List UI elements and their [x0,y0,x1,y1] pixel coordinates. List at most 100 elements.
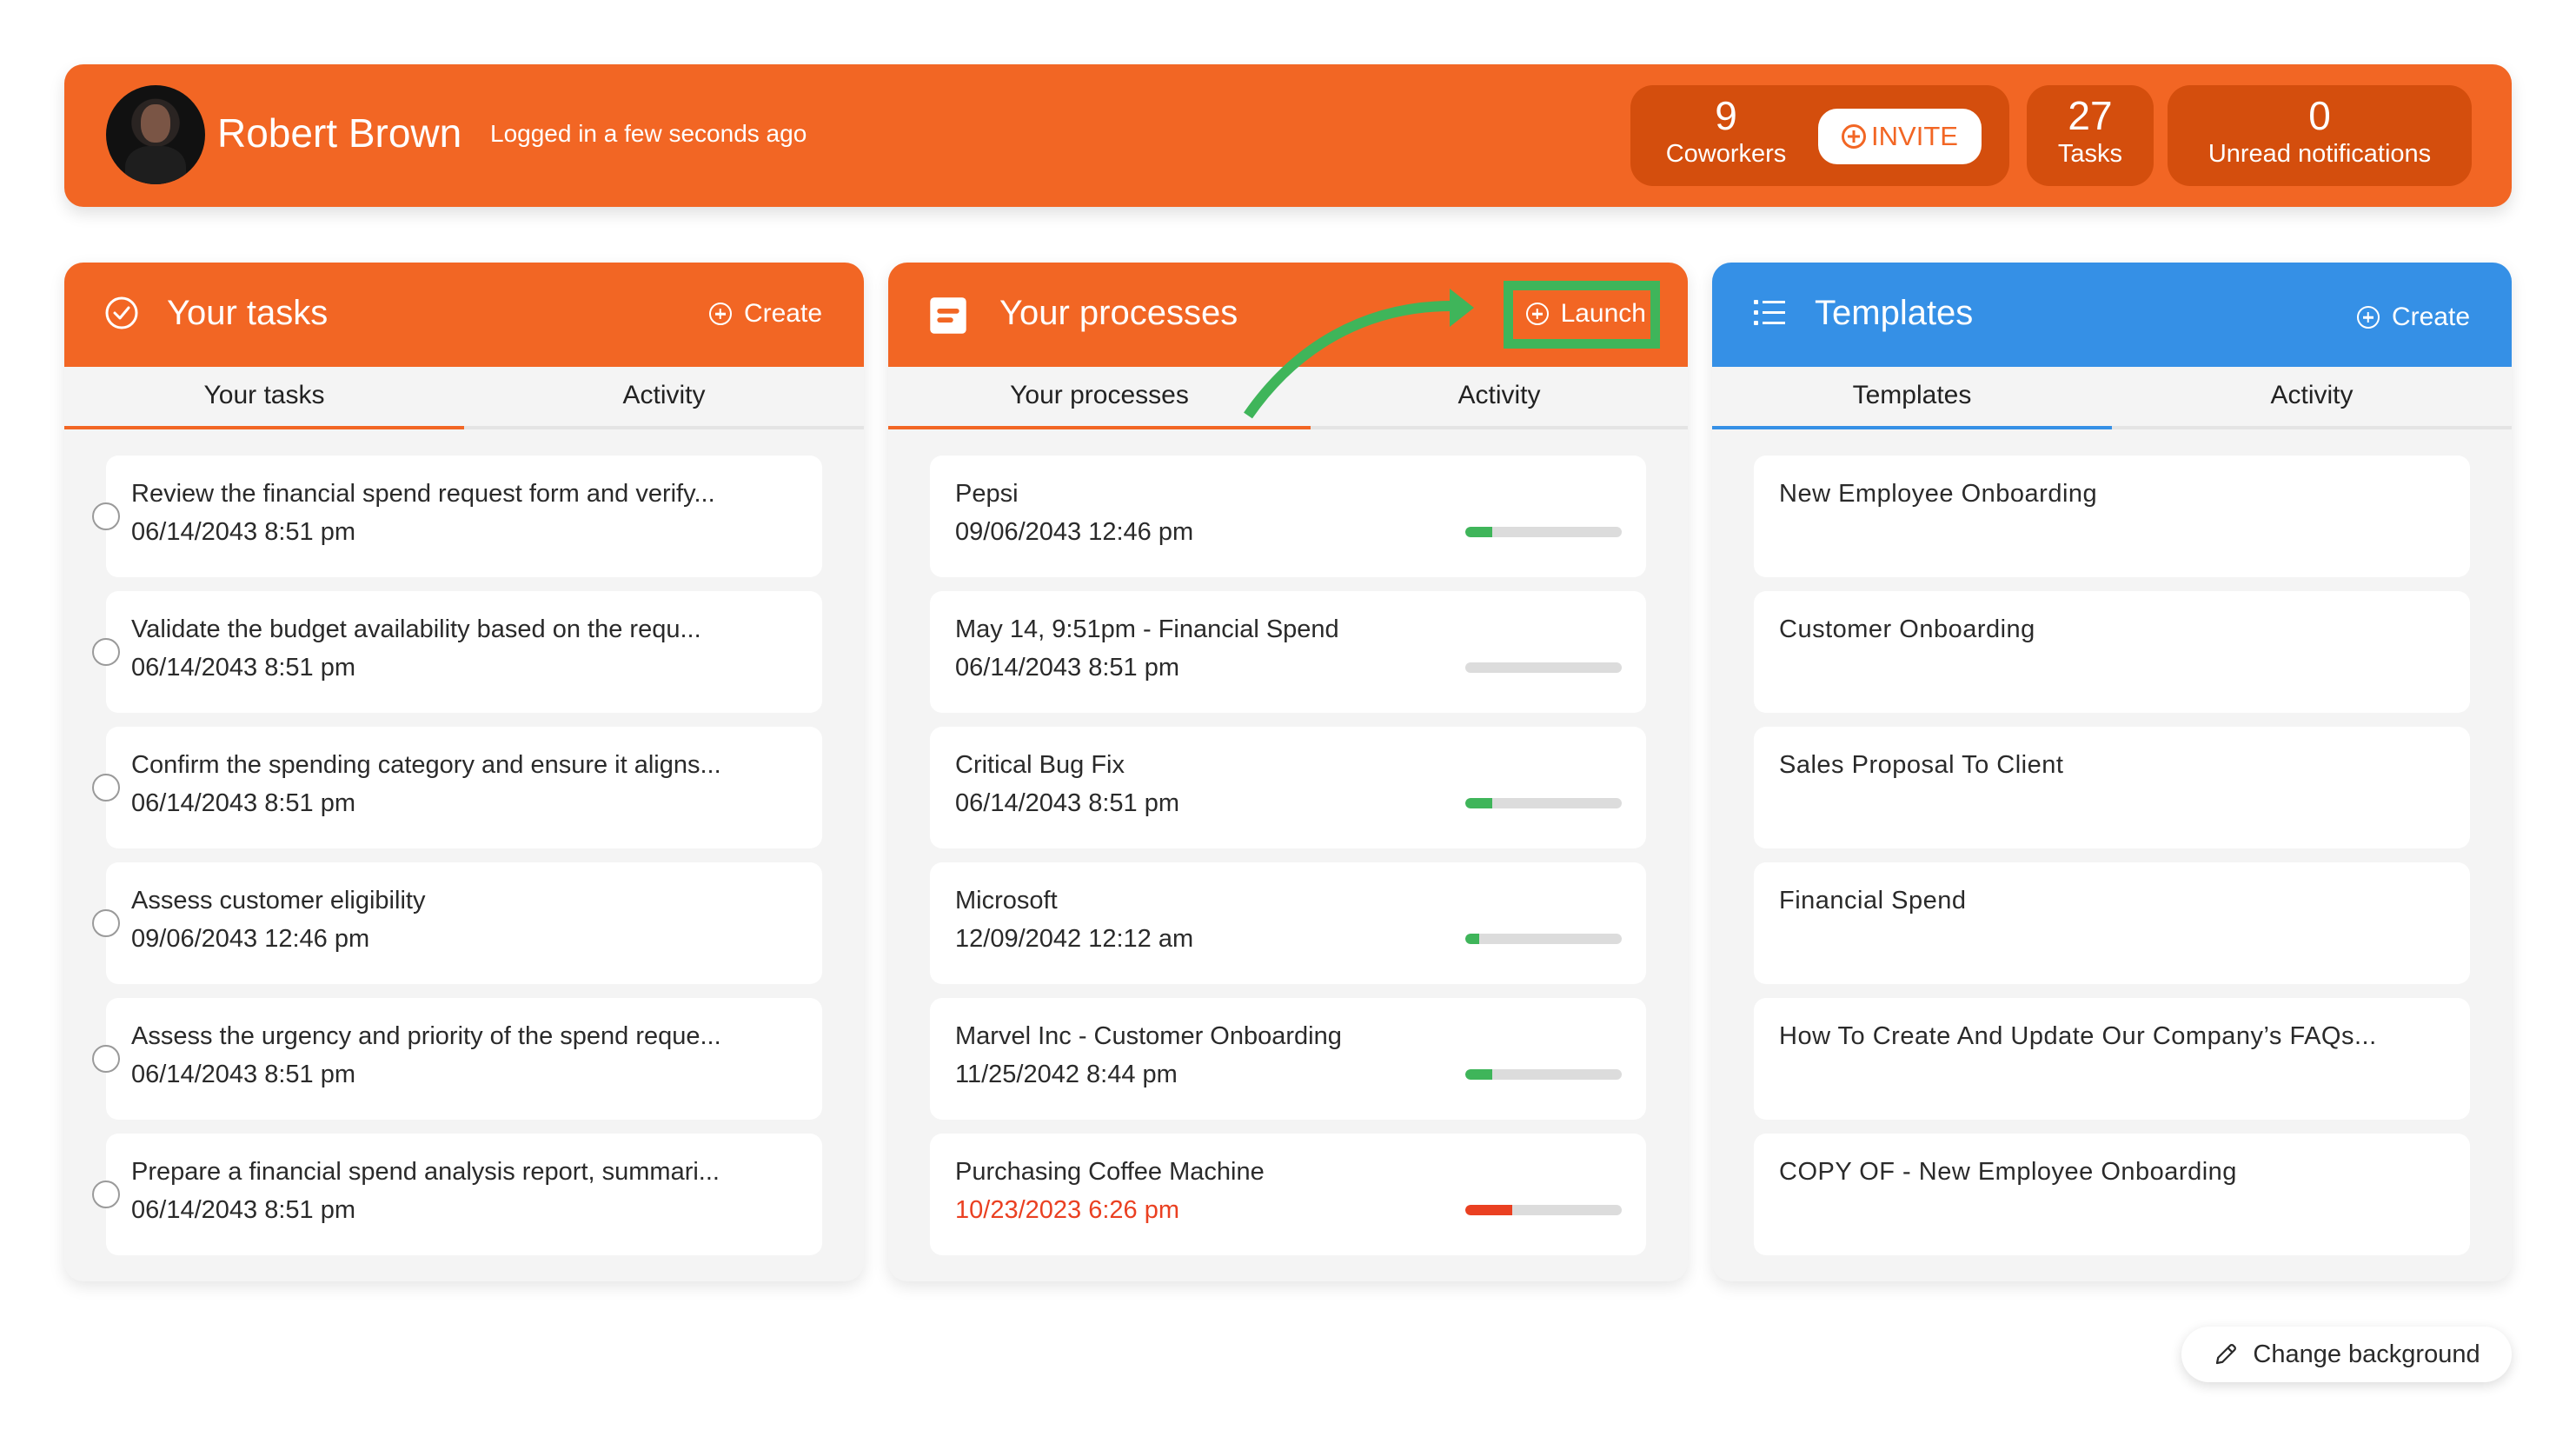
create-template-button[interactable]: Create [2356,303,2470,332]
avatar[interactable] [106,85,205,184]
task-title: Assess the urgency and priority of the s… [131,1022,721,1050]
task-date: 06/14/2043 8:51 pm [131,1196,355,1224]
template-title: COPY OF - New Employee Onboarding [1779,1158,2237,1186]
process-progress-bar [1465,1205,1622,1215]
process-progress-bar [1465,662,1622,673]
task-item[interactable]: Validate the budget availability based o… [92,591,822,713]
invite-button[interactable]: INVITE [1818,109,1982,164]
task-complete-checkbox[interactable] [92,1181,120,1208]
task-title: Review the financial spend request form … [131,480,715,508]
task-item[interactable]: Confirm the spending category and ensure… [92,727,822,848]
task-complete-checkbox[interactable] [92,1045,120,1073]
pencil-icon [2216,1344,2237,1365]
templates-panel-header: Templates Create [1712,263,2512,367]
process-progress-fill [1465,527,1492,537]
change-background-button[interactable]: Change background [2181,1327,2512,1382]
template-item[interactable]: New Employee Onboarding [1754,456,2470,577]
tasks-panel: Your tasks Create Your tasks Activity Re… [64,263,864,1281]
process-item[interactable]: Critical Bug Fix 06/14/2043 8:51 pm [930,727,1646,848]
task-date: 06/14/2043 8:51 pm [131,1061,355,1088]
templates-tabs: Templates Activity [1712,367,2512,429]
panel-title: Templates [1815,294,1974,332]
task-title: Assess customer eligibility [131,887,426,915]
panel-title: Your tasks [167,294,329,332]
task-date: 06/14/2043 8:51 pm [131,654,355,682]
template-item[interactable]: Customer Onboarding [1754,591,2470,713]
template-item[interactable]: How To Create And Update Our Company’s F… [1754,998,2470,1120]
task-complete-checkbox[interactable] [92,502,120,530]
invite-label: INVITE [1871,121,1958,151]
coworkers-label: Coworkers [1665,140,1787,168]
tab-activity[interactable]: Activity [464,367,864,426]
launch-highlight-annotation [1504,281,1660,349]
task-title: Confirm the spending category and ensure… [131,751,721,779]
create-task-button[interactable]: Create [708,299,822,329]
notifications-stat[interactable]: 0 Unread notifications [2168,85,2472,186]
task-title: Prepare a financial spend analysis repor… [131,1158,720,1186]
tasks-tabs: Your tasks Activity [64,367,864,429]
process-icon [930,297,966,334]
process-progress-bar [1465,798,1622,808]
process-item[interactable]: Marvel Inc - Customer Onboarding 11/25/20… [930,998,1646,1120]
task-list: Review the financial spend request form … [64,456,864,1281]
process-progress-bar [1465,934,1622,944]
template-item[interactable]: Financial Spend [1754,862,2470,984]
process-date: 11/25/2042 8:44 pm [955,1061,1178,1088]
change-background-label: Change background [2253,1340,2480,1368]
tab-templates[interactable]: Templates [1712,367,2112,429]
process-progress-fill [1465,1069,1492,1080]
process-progress-bar [1465,527,1622,537]
template-title: Sales Proposal To Client [1779,751,2064,779]
process-date: 06/14/2043 8:51 pm [955,789,1179,817]
process-progress-fill [1465,798,1492,808]
plus-circle-icon [708,303,732,325]
process-progress-fill [1465,934,1480,944]
annotation-arrow-icon [1244,289,1474,419]
template-title: How To Create And Update Our Company’s F… [1779,1022,2377,1050]
coworkers-stat[interactable]: 9 Coworkers INVITE [1630,85,2009,186]
process-list: Pepsi 09/06/2043 12:46 pm May 14, 9:51pm -… [888,456,1688,1281]
tab-activity[interactable]: Activity [2112,367,2512,426]
plus-circle-icon [1842,124,1867,149]
task-complete-checkbox[interactable] [92,638,120,666]
process-title: Purchasing Coffee Machine [955,1158,1265,1186]
process-title: Pepsi [955,480,1019,508]
task-item[interactable]: Assess the urgency and priority of the s… [92,998,822,1120]
process-date: 09/06/2043 12:46 pm [955,518,1194,546]
plus-circle-icon [2356,306,2380,329]
task-complete-checkbox[interactable] [92,909,120,937]
process-item[interactable]: Pepsi 09/06/2043 12:46 pm [930,456,1646,577]
process-item[interactable]: May 14, 9:51pm - Financial Spend 06/14/20… [930,591,1646,713]
task-date: 09/06/2043 12:46 pm [131,925,370,953]
tasks-panel-header: Your tasks Create [64,263,864,367]
task-title: Validate the budget availability based o… [131,615,701,643]
task-item[interactable]: Assess customer eligibility 09/06/2043 1… [92,862,822,984]
panel-title: Your processes [999,294,1238,332]
templates-panel: Templates Create Templates Activity New … [1712,263,2512,1281]
create-label: Create [743,299,822,328]
notifications-label: Unread notifications [2208,140,2432,168]
process-date: 12/09/2042 12:12 am [955,925,1194,953]
task-item[interactable]: Review the financial spend request form … [92,456,822,577]
task-complete-checkbox[interactable] [92,774,120,801]
profile-header: Robert Brown Logged in a few seconds ago… [64,64,2512,207]
tasks-label: Tasks [2057,140,2123,168]
tasks-stat[interactable]: 27 Tasks [2027,85,2154,186]
template-item[interactable]: COPY OF - New Employee Onboarding [1754,1134,2470,1255]
check-circle-icon [105,296,138,329]
notifications-count: 0 [2308,93,2331,138]
template-title: Financial Spend [1779,887,1967,915]
process-item[interactable]: Purchasing Coffee Machine 10/23/2023 6:26… [930,1134,1646,1255]
tab-your-tasks[interactable]: Your tasks [64,367,464,429]
task-item[interactable]: Prepare a financial spend analysis repor… [92,1134,822,1255]
process-item[interactable]: Microsoft 12/09/2042 12:12 am [930,862,1646,984]
template-item[interactable]: Sales Proposal To Client [1754,727,2470,848]
login-status: Logged in a few seconds ago [490,120,807,147]
coworkers-count: 9 [1715,93,1737,138]
create-label: Create [2391,303,2470,331]
list-icon [1754,300,1785,325]
process-progress-bar [1465,1069,1622,1080]
process-title: Marvel Inc - Customer Onboarding [955,1022,1342,1050]
process-date: 10/23/2023 6:26 pm [955,1196,1179,1224]
task-date: 06/14/2043 8:51 pm [131,518,355,546]
